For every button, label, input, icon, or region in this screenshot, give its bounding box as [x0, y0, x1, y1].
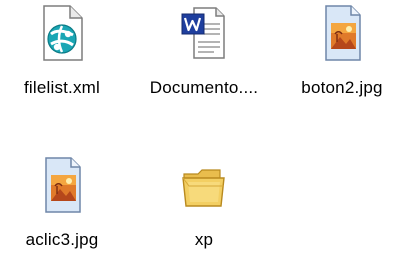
- word-document-icon: [181, 7, 225, 59]
- file-item-documento[interactable]: Documento....: [149, 0, 259, 110]
- jpg-image-icon: [45, 157, 81, 213]
- file-item-boton2-jpg[interactable]: boton2.jpg: [287, 0, 397, 110]
- folder-icon: [182, 169, 225, 207]
- file-label: boton2.jpg: [301, 78, 383, 97]
- xml-file-icon: [43, 5, 83, 61]
- file-item-filelist-xml[interactable]: filelist.xml: [7, 0, 117, 110]
- file-label: filelist.xml: [23, 78, 101, 97]
- file-item-aclic3-jpg[interactable]: aclic3.jpg: [7, 152, 117, 262]
- file-label: aclic3.jpg: [25, 230, 99, 249]
- file-label: Documento....: [149, 78, 259, 97]
- file-label: xp: [194, 230, 214, 249]
- jpg-image-icon: [325, 5, 361, 61]
- file-view: filelist.xml Documento.... boton2.jpg ac…: [0, 0, 410, 256]
- folder-item-xp[interactable]: xp: [149, 152, 259, 262]
